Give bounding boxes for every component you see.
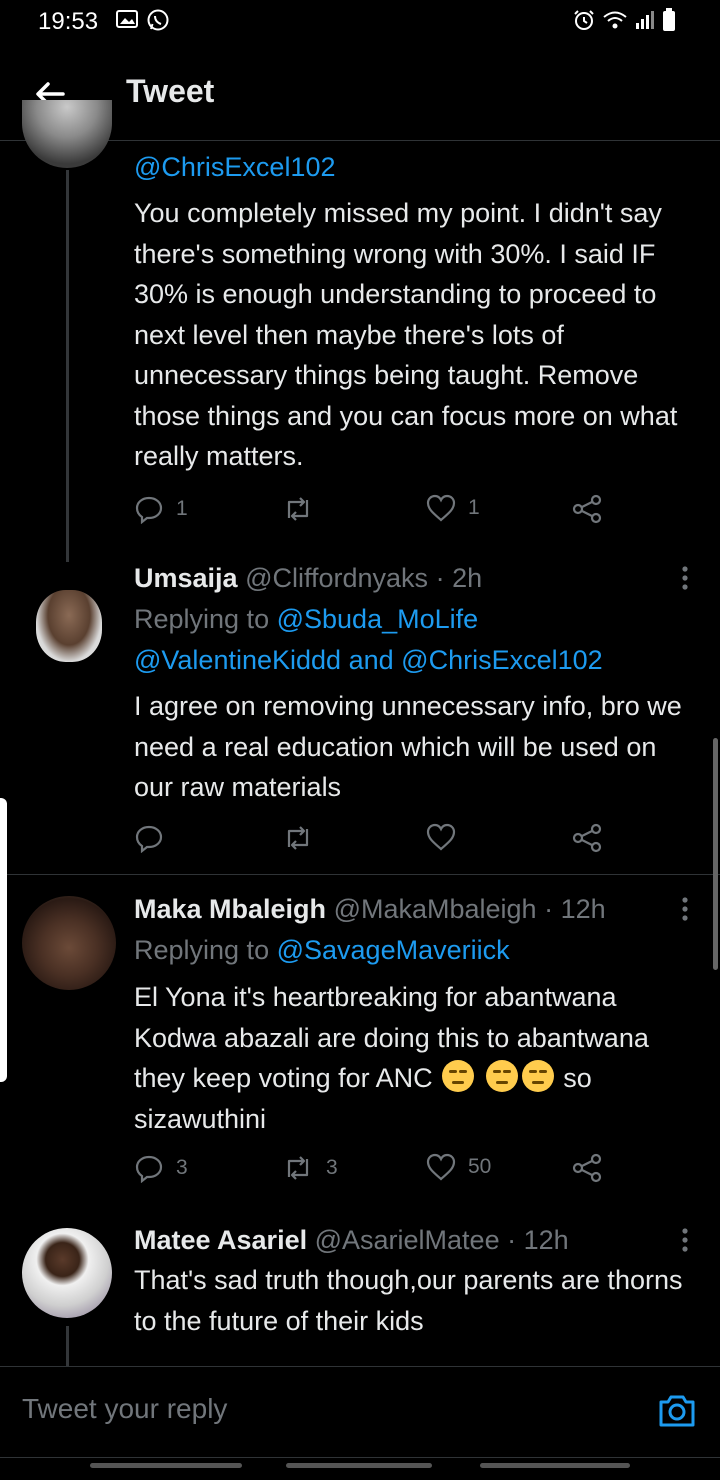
reply-icon <box>135 825 163 853</box>
edge-panel-handle[interactable] <box>0 798 7 1082</box>
more-options-button[interactable] <box>678 894 692 924</box>
status-time: 19:53 <box>38 8 99 35</box>
more-vertical-icon <box>682 1228 688 1252</box>
like-count: 50 <box>468 1155 492 1178</box>
share-icon <box>572 494 602 524</box>
wifi-icon <box>603 11 627 29</box>
reply-icon <box>135 1155 163 1183</box>
like-count: 1 <box>468 496 480 519</box>
author-handle[interactable]: @MakaMbaleigh <box>334 894 537 924</box>
retweet-icon <box>287 826 309 850</box>
author-handle[interactable]: @AsarielMatee <box>315 1225 500 1255</box>
nav-gesture-home[interactable] <box>286 1463 432 1468</box>
more-options-button[interactable] <box>678 1225 692 1255</box>
battery-icon <box>663 8 675 31</box>
author-handle[interactable]: @Cliffordnyaks <box>245 563 428 593</box>
tweet-time: · 12h <box>544 894 606 924</box>
replying-to: Replying to @SavageMaveriick <box>134 935 510 965</box>
thread-line <box>66 170 69 562</box>
tweet-actions: 1 1 <box>134 494 614 528</box>
share-icon <box>572 823 602 853</box>
more-options-button[interactable] <box>678 563 692 593</box>
avatar[interactable] <box>22 1228 112 1318</box>
heart-icon <box>426 494 456 522</box>
author-name[interactable]: Maka Mbaleigh <box>134 894 326 924</box>
avatar[interactable] <box>22 896 116 990</box>
share-icon <box>572 1153 602 1183</box>
mention-link[interactable]: @ChrisExcel102 <box>134 147 336 187</box>
alarm-icon <box>574 10 594 30</box>
more-vertical-icon <box>682 897 688 921</box>
author-name[interactable]: Matee Asariel <box>134 1225 307 1255</box>
reply-button[interactable]: 1 <box>134 494 188 524</box>
unamused-face-emoji <box>521 1060 554 1092</box>
share-button[interactable] <box>572 823 602 853</box>
like-button[interactable] <box>426 823 468 851</box>
mention-link[interactable]: @Sbuda_MoLife <box>277 604 479 634</box>
tweet-time: · 2h <box>435 563 483 593</box>
like-button[interactable]: 1 <box>426 494 480 522</box>
reply-button[interactable] <box>134 823 176 853</box>
thread-line <box>66 1326 69 1366</box>
mention-link[interactable]: @ValentineKiddd <box>134 645 341 675</box>
nav-gesture-back[interactable] <box>480 1463 630 1468</box>
mention-link[interactable]: @ChrisExcel102 <box>401 645 603 675</box>
tweet-time: · 12h <box>507 1225 569 1255</box>
tweet-actions: 3 3 50 <box>134 1153 614 1187</box>
whatsapp-icon <box>147 9 169 31</box>
share-button[interactable] <box>572 1153 602 1183</box>
reply-count: 1 <box>176 497 188 520</box>
page-title: Tweet <box>126 73 215 109</box>
author-name[interactable]: Umsaija <box>134 563 238 593</box>
avatar[interactable] <box>36 590 102 662</box>
divider <box>0 874 720 875</box>
reply-icon <box>135 496 163 524</box>
share-button[interactable] <box>572 494 602 524</box>
reply-button[interactable]: 3 <box>134 1153 188 1183</box>
retweet-button[interactable] <box>282 823 326 853</box>
retweet-icon <box>287 1156 309 1180</box>
replying-to-more: @ValentineKiddd and @ChrisExcel102 <box>134 645 603 675</box>
camera-button[interactable] <box>656 1390 698 1432</box>
signal-icon <box>636 11 654 29</box>
retweet-count: 3 <box>326 1156 338 1179</box>
heart-icon <box>426 823 456 851</box>
unamused-face-emoji <box>485 1060 518 1092</box>
camera-icon <box>659 1395 695 1427</box>
tweet-text: You completely missed my point. I didn't… <box>134 198 678 471</box>
reply-input[interactable]: Tweet your reply <box>22 1393 227 1425</box>
retweet-icon <box>287 497 309 521</box>
tweet-text: That's sad truth though,our parents are … <box>134 1265 683 1336</box>
replying-to: Replying to @Sbuda_MoLife <box>134 604 479 634</box>
retweet-button[interactable] <box>282 494 326 524</box>
unamused-face-emoji <box>442 1060 475 1092</box>
like-button[interactable]: 50 <box>426 1153 491 1181</box>
more-vertical-icon <box>682 566 688 590</box>
nav-gesture-recents[interactable] <box>90 1463 242 1468</box>
avatar[interactable] <box>22 100 112 168</box>
reply-count: 3 <box>176 1156 188 1179</box>
scrollbar-thumb[interactable] <box>713 738 718 970</box>
tweet-text: El Yona it's heartbreaking for abantwana… <box>134 982 649 1134</box>
tweet-text: I agree on removing unnecessary info, br… <box>134 691 682 802</box>
gallery-icon <box>116 10 138 28</box>
tweet-actions <box>134 823 614 857</box>
retweet-button[interactable]: 3 <box>282 1153 338 1183</box>
heart-icon <box>426 1153 456 1181</box>
mention-link[interactable]: @SavageMaveriick <box>277 935 510 965</box>
